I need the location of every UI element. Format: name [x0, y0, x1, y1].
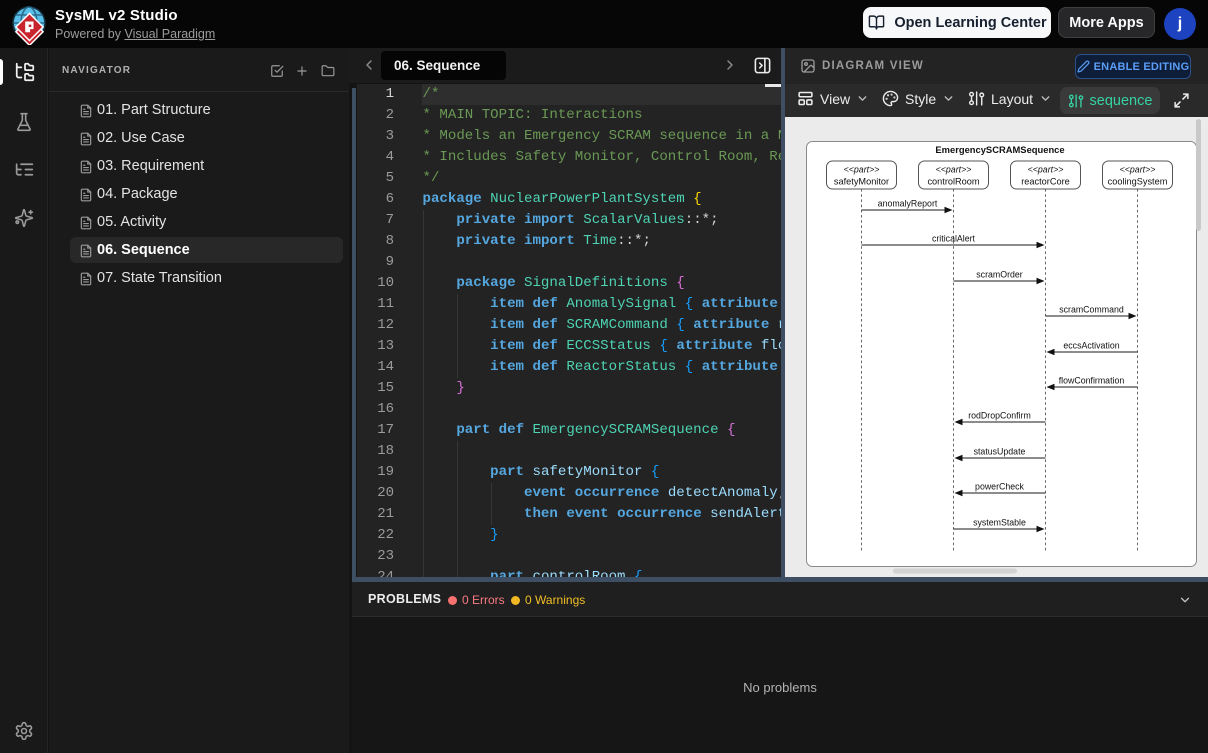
- svg-text:safetyMonitor: safetyMonitor: [834, 177, 889, 187]
- svg-text:rodDropConfirm: rodDropConfirm: [968, 411, 1031, 421]
- svg-text:<<part>>: <<part>>: [1028, 165, 1064, 175]
- svg-text:criticalAlert: criticalAlert: [932, 234, 976, 244]
- svg-text:systemStable: systemStable: [973, 518, 1026, 528]
- svg-text:EmergencySCRAMSequence: EmergencySCRAMSequence: [935, 144, 1064, 155]
- svg-text:coolingSystem: coolingSystem: [1108, 177, 1168, 187]
- svg-text:eccsActivation: eccsActivation: [1063, 341, 1119, 351]
- svg-text:controlRoom: controlRoom: [927, 177, 979, 187]
- svg-text:reactorCore: reactorCore: [1021, 177, 1070, 187]
- svg-text:scramOrder: scramOrder: [976, 270, 1023, 280]
- svg-text:<<part>>: <<part>>: [936, 165, 972, 175]
- svg-text:flowConfirmation: flowConfirmation: [1059, 376, 1125, 386]
- svg-text:powerCheck: powerCheck: [975, 482, 1024, 492]
- svg-text:<<part>>: <<part>>: [844, 165, 880, 175]
- svg-text:statusUpdate: statusUpdate: [974, 447, 1026, 457]
- svg-text:anomalyReport: anomalyReport: [878, 199, 938, 209]
- svg-text:scramCommand: scramCommand: [1059, 305, 1124, 315]
- svg-text:<<part>>: <<part>>: [1120, 165, 1156, 175]
